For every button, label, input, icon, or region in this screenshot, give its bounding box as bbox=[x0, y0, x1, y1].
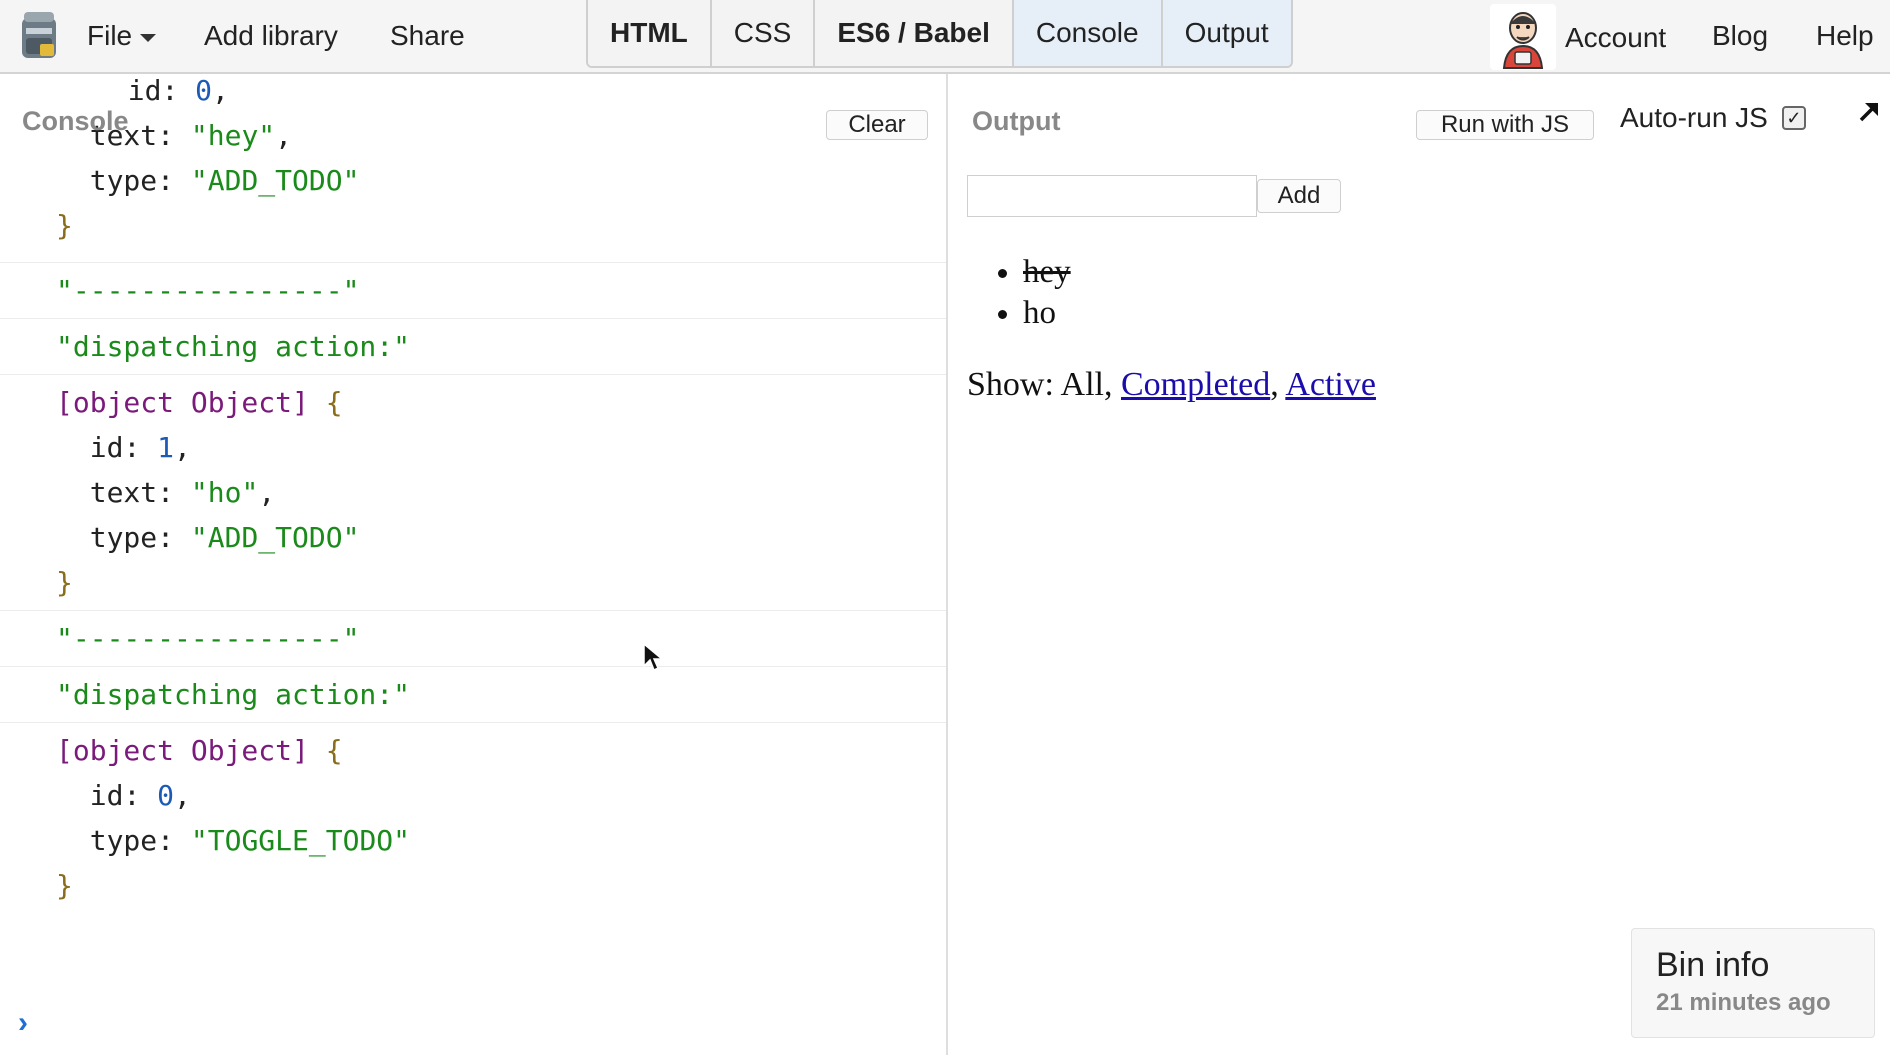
todo-list: hey ho bbox=[1023, 252, 1071, 334]
output-pane: Output Run with JS Auto-run JS ✓ Add hey… bbox=[950, 74, 1890, 1055]
popout-arrow-icon[interactable] bbox=[1855, 98, 1883, 126]
output-title: Output bbox=[972, 106, 1061, 136]
tab-output[interactable]: Output bbox=[1162, 0, 1291, 66]
mouse-pointer-icon bbox=[643, 642, 664, 672]
todo-item-text: ho bbox=[1023, 295, 1056, 331]
console-entry-object: [object Object] { id: 1, text: "ho", typ… bbox=[0, 375, 946, 611]
log-string: "ADD_TODO" bbox=[190, 521, 360, 554]
tab-es6-babel[interactable]: ES6 / Babel bbox=[815, 0, 1014, 66]
filter-bar: Show: All, Completed, Active bbox=[967, 366, 1376, 403]
console-entry-partial-object: id: 0, text: "hey", type: "ADD_TODO" } bbox=[0, 74, 946, 263]
todo-text-input[interactable] bbox=[967, 175, 1257, 217]
autorun-toggle[interactable]: Auto-run JS ✓ bbox=[1620, 102, 1806, 134]
log-string: "dispatching action:" bbox=[56, 678, 411, 711]
bin-info-timestamp: 21 minutes ago bbox=[1656, 989, 1831, 1016]
add-todo-button[interactable]: Add bbox=[1257, 179, 1341, 213]
blog-link[interactable]: Blog bbox=[1712, 18, 1768, 54]
console-entry-dispatching: "dispatching action:" bbox=[0, 319, 946, 375]
console-entry-dispatching: "dispatching action:" bbox=[0, 667, 946, 723]
log-string: "ADD_TODO" bbox=[190, 164, 360, 197]
account-link[interactable]: Account bbox=[1565, 20, 1666, 56]
log-number: 1 bbox=[157, 431, 175, 464]
log-number: 0 bbox=[195, 74, 213, 107]
log-number: 0 bbox=[157, 779, 175, 812]
log-object-head: [object Object] bbox=[56, 386, 309, 419]
log-string: "hey" bbox=[190, 119, 276, 152]
caret-down-icon bbox=[140, 33, 157, 42]
autorun-checkbox[interactable]: ✓ bbox=[1781, 106, 1806, 130]
filter-all: All bbox=[1060, 366, 1104, 403]
autorun-label: Auto-run JS bbox=[1620, 102, 1768, 133]
log-string: "ho" bbox=[190, 476, 259, 509]
filter-prefix: Show: bbox=[967, 366, 1054, 403]
todo-item-completed[interactable]: hey bbox=[1023, 252, 1071, 293]
console-entry-separator: "----------------" bbox=[0, 263, 946, 319]
log-key: type bbox=[89, 824, 158, 857]
help-link[interactable]: Help bbox=[1816, 18, 1874, 54]
console-entry-separator: "----------------" bbox=[0, 611, 946, 667]
log-key: type bbox=[89, 164, 158, 197]
clear-button[interactable]: Clear bbox=[826, 110, 928, 140]
log-object-head: [object Object] bbox=[56, 734, 309, 767]
tab-css[interactable]: CSS bbox=[711, 0, 816, 66]
log-string: "----------------" bbox=[56, 274, 360, 307]
filter-completed-link[interactable]: Completed bbox=[1121, 366, 1270, 403]
console-title: Console bbox=[22, 106, 129, 136]
bin-info-panel[interactable]: Bin info 21 minutes ago bbox=[1631, 928, 1875, 1038]
log-string: "dispatching action:" bbox=[56, 330, 411, 363]
log-key: type bbox=[89, 521, 158, 554]
log-string: "TOGGLE_TODO" bbox=[190, 824, 411, 857]
tab-html[interactable]: HTML bbox=[588, 0, 712, 66]
console-pane: id: 0, text: "hey", type: "ADD_TODO" } "… bbox=[0, 74, 948, 1055]
console-entry-object: [object Object] { id: 0, type: "TOGGLE_T… bbox=[56, 734, 411, 902]
panel-tabs: HTML CSS ES6 / Babel Console Output bbox=[586, 0, 1293, 68]
log-key: id bbox=[89, 431, 124, 464]
jsbin-logo-icon[interactable] bbox=[18, 10, 60, 62]
todo-item[interactable]: ho bbox=[1023, 293, 1071, 334]
share-menu[interactable]: Share bbox=[390, 18, 465, 54]
log-key: text bbox=[89, 476, 158, 509]
top-toolbar: File Add library Share HTML CSS ES6 / Ba… bbox=[0, 0, 1890, 74]
log-key: id bbox=[127, 74, 162, 107]
log-string: "----------------" bbox=[56, 622, 360, 655]
console-prompt-icon[interactable]: › bbox=[18, 1006, 28, 1040]
add-library-menu[interactable]: Add library bbox=[204, 18, 338, 54]
user-avatar[interactable] bbox=[1490, 4, 1556, 70]
filter-active-link[interactable]: Active bbox=[1285, 366, 1376, 403]
tab-console[interactable]: Console bbox=[1013, 0, 1163, 66]
log-key: id bbox=[89, 779, 124, 812]
bin-info-title: Bin info bbox=[1656, 946, 1770, 984]
file-menu[interactable]: File bbox=[87, 18, 157, 54]
console-log[interactable]: id: 0, text: "hey", type: "ADD_TODO" } "… bbox=[0, 74, 946, 913]
todo-item-text: hey bbox=[1023, 254, 1071, 290]
run-with-js-button[interactable]: Run with JS bbox=[1416, 110, 1594, 140]
file-menu-label: File bbox=[87, 20, 133, 51]
